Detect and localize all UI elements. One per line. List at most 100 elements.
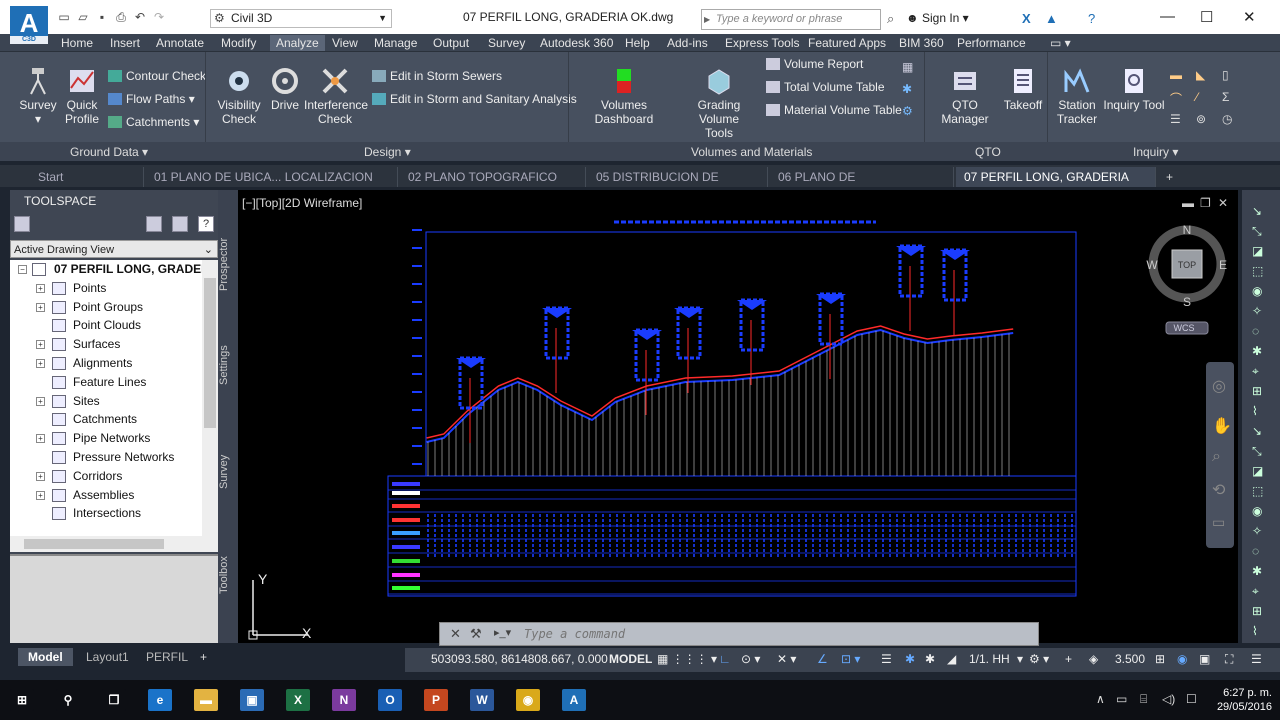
panel-inquiry[interactable]: Inquiry ▾	[1133, 145, 1178, 159]
command-input[interactable]	[524, 626, 1024, 642]
tree-item-point-groups[interactable]: + Point Groups	[10, 298, 202, 317]
tab-doc-06[interactable]: 06 PLANO DE SEÑALIZACION*	[770, 167, 954, 204]
expand-icon[interactable]: +	[36, 283, 45, 293]
tab-layout1[interactable]: Layout1	[76, 648, 139, 666]
tool-icon[interactable]: ⁄	[1196, 90, 1198, 104]
chevron-down-icon[interactable]: ▾	[1017, 652, 1023, 666]
gear-icon[interactable]: ⚙ ▾	[1029, 652, 1049, 666]
taskbar-task-view-icon[interactable]: ❐	[102, 689, 126, 711]
taskbar-powerpoint-icon[interactable]: P	[424, 689, 448, 711]
toolspace-icon[interactable]	[14, 216, 30, 232]
ribbon-options-icon[interactable]: ▭ ▾	[1050, 35, 1071, 51]
tab-doc-05[interactable]: 05 DISTRIBUCION DE LOSAS*	[588, 167, 768, 204]
tree-item-alignments[interactable]: + Alignments	[10, 354, 202, 373]
drafting-tool-icon[interactable]: ⌖	[1252, 364, 1266, 378]
scroll-thumb[interactable]	[204, 278, 216, 428]
plus-icon[interactable]: +	[1065, 652, 1072, 666]
panel-qto[interactable]: QTO	[975, 145, 1001, 159]
drafting-tool-icon[interactable]: ⌖	[1252, 584, 1266, 598]
taskbar-search-icon[interactable]: ⚲	[56, 689, 80, 711]
help-icon[interactable]: ?	[198, 216, 214, 232]
survey-button[interactable]: Survey ▾	[18, 66, 58, 126]
scroll-thumb[interactable]	[24, 539, 164, 549]
annotation-icon[interactable]: ✱	[905, 652, 915, 666]
drafting-tool-icon[interactable]: ↘	[1252, 204, 1266, 218]
tree-root[interactable]: − 07 PERFIL LONG, GRADER...	[10, 260, 202, 279]
drive-button[interactable]: Drive	[268, 66, 302, 112]
drafting-tool-icon[interactable]: ◉	[1252, 284, 1266, 298]
drafting-tool-icon[interactable]: ✧	[1252, 524, 1266, 538]
quick-profile-button[interactable]: Quick Profile	[62, 66, 102, 126]
taskbar-windows-icon[interactable]: ⊞	[10, 689, 34, 711]
taskbar-chrome-icon[interactable]: ◉	[516, 689, 540, 711]
expand-icon[interactable]: +	[36, 471, 45, 481]
zoom-icon[interactable]: ⌕	[1212, 448, 1221, 466]
tab-start[interactable]: Start	[30, 167, 144, 187]
new-icon[interactable]: ▭	[56, 10, 72, 24]
qto-manager-button[interactable]: QTO Manager	[928, 66, 1002, 126]
tab-doc-02[interactable]: 02 PLANO TOPOGRAFICO OK* ✕	[400, 167, 586, 204]
interference-check-button[interactable]: Interference Check	[304, 66, 368, 126]
menu-tab-view[interactable]: View	[332, 35, 358, 51]
menu-tab-add-ins[interactable]: Add-ins	[667, 35, 708, 51]
drafting-tool-icon[interactable]: ↘	[1252, 424, 1266, 438]
menu-tab-output[interactable]: Output	[433, 35, 469, 51]
drafting-tool-icon[interactable]: ✱	[1252, 564, 1266, 578]
drafting-tool-icon[interactable]: ⬚	[1252, 484, 1266, 498]
drafting-tool-icon[interactable]: ⬚	[1252, 264, 1266, 278]
osnap-icon[interactable]: ✕ ▾	[777, 652, 796, 666]
vtab-survey[interactable]: Survey	[218, 452, 238, 492]
visibility-check-button[interactable]: Visibility Check	[216, 66, 262, 126]
toolspace-icon[interactable]	[172, 216, 188, 232]
sign-in-button[interactable]: ☻ Sign In ▾	[906, 11, 969, 25]
expand-icon[interactable]: +	[36, 490, 45, 500]
drafting-tool-icon[interactable]: ⌇	[1252, 624, 1266, 638]
tool-icon[interactable]: ☰	[1170, 112, 1181, 126]
menu-tab-manage[interactable]: Manage	[374, 35, 417, 51]
contour-check-button[interactable]: Contour Check	[108, 67, 206, 85]
menu-tab-survey[interactable]: Survey	[488, 35, 525, 51]
drafting-tool-icon[interactable]: ◌	[1252, 324, 1266, 338]
tree-item-corridors[interactable]: + Corridors	[10, 467, 202, 486]
tool-icon[interactable]: ◣	[1196, 68, 1205, 82]
tab-doc-01[interactable]: 01 PLANO DE UBICA... LOCALIZACION OK*	[146, 167, 398, 204]
maximize-button[interactable]: ☐	[1200, 8, 1213, 26]
model-space-toggle[interactable]: MODEL	[609, 652, 652, 666]
star-icon[interactable]: ✱	[902, 82, 912, 96]
tree-item-intersections[interactable]: Intersections	[10, 504, 202, 523]
panel-design[interactable]: Design ▾	[364, 145, 411, 159]
grid-icon[interactable]: ▦	[902, 60, 913, 74]
vtab-prospector[interactable]: Prospector	[218, 234, 238, 294]
pan-icon[interactable]: ✋	[1212, 416, 1232, 436]
tree-item-catchments[interactable]: Catchments	[10, 410, 202, 429]
expand-icon[interactable]: +	[36, 396, 45, 406]
expand-icon[interactable]: +	[36, 434, 45, 444]
viewcube[interactable]: TOP N S W E WCS	[1142, 222, 1232, 342]
tree-item-feature-lines[interactable]: Feature Lines	[10, 373, 202, 392]
menu-tab-featured-apps[interactable]: Featured Apps	[808, 35, 886, 51]
tree-item-surfaces[interactable]: + Surfaces	[10, 335, 202, 354]
annotation-scale[interactable]: 1/1. HH	[969, 652, 1010, 666]
tab-perfil[interactable]: PERFIL	[136, 648, 198, 666]
lineweight-icon[interactable]: ☰	[881, 652, 892, 666]
a360-icon[interactable]: ▲	[1045, 11, 1058, 26]
drafting-tool-icon[interactable]: ⌇	[1252, 404, 1266, 418]
taskbar-edge-icon[interactable]: e	[148, 689, 172, 711]
dynamic-ucs-icon[interactable]: ⊡ ▾	[841, 652, 860, 666]
fullscreen-icon[interactable]: ⛶	[1225, 652, 1233, 667]
catchments-button[interactable]: Catchments ▾	[108, 113, 199, 131]
tree-item-sites[interactable]: + Sites	[10, 392, 202, 411]
save-icon[interactable]: ▪	[94, 10, 110, 24]
steering-wheel-icon[interactable]: ◎	[1212, 376, 1226, 396]
drafting-tool-icon[interactable]: ◌	[1252, 544, 1266, 558]
tree-item-pressure-networks[interactable]: Pressure Networks	[10, 448, 202, 467]
edit-storm-sewers-button[interactable]: Edit in Storm Sewers	[372, 67, 502, 85]
total-volume-table-button[interactable]: Total Volume Table	[766, 78, 885, 96]
volume-report-button[interactable]: Volume Report	[766, 55, 863, 73]
polar-icon[interactable]: ⊙ ▾	[741, 652, 760, 666]
drafting-tool-icon[interactable]: ⤡	[1252, 224, 1266, 238]
volume-icon[interactable]: ◁)	[1162, 692, 1175, 706]
close-icon[interactable]: ✕	[450, 626, 461, 642]
menu-tab-express-tools[interactable]: Express Tools	[725, 35, 799, 51]
tool-icon[interactable]: ▬	[1170, 68, 1182, 82]
